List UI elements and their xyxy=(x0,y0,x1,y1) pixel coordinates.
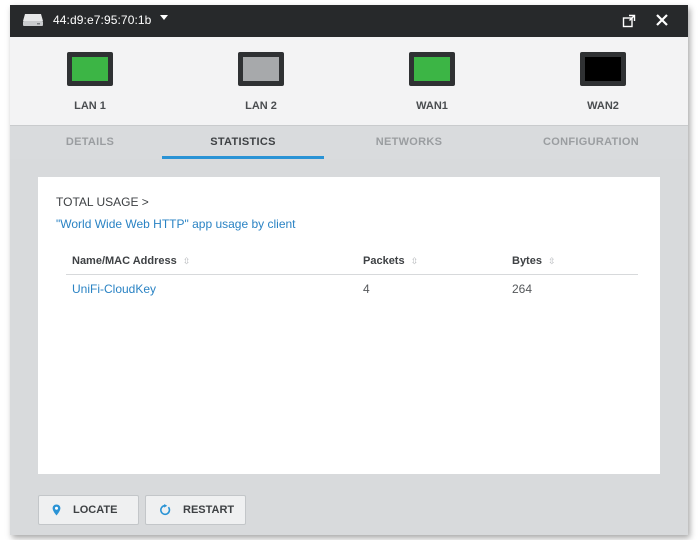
client-name-link[interactable]: UniFi-CloudKey xyxy=(72,282,156,296)
port-wan1-label: WAN1 xyxy=(416,100,448,112)
port-lan1-led xyxy=(72,57,108,81)
port-wan2-indicator xyxy=(580,52,626,86)
tab-statistics[interactable]: STATISTICS xyxy=(162,126,324,159)
locate-button-label: LOCATE xyxy=(73,504,118,516)
port-lan2-label: LAN 2 xyxy=(245,100,277,112)
sort-icon: ⇳ xyxy=(410,256,419,266)
restart-button[interactable]: RESTART xyxy=(145,495,246,525)
titlebar: 44:d9:e7:95:70:1b xyxy=(10,5,688,37)
table-row: UniFi-CloudKey 4 264 xyxy=(66,279,638,301)
column-header-name[interactable]: Name/MAC Address ⇳ xyxy=(72,255,190,267)
port-wan2: WAN2 xyxy=(543,52,663,112)
port-lan1: LAN 1 xyxy=(30,52,150,112)
column-header-bytes[interactable]: Bytes ⇳ xyxy=(512,255,556,267)
packets-value: 4 xyxy=(363,282,370,296)
bytes-value: 264 xyxy=(512,282,533,296)
port-wan1-led xyxy=(414,57,450,81)
breadcrumb[interactable]: TOTAL USAGE > xyxy=(56,195,149,209)
port-lan1-label: LAN 1 xyxy=(74,100,106,112)
port-lan1-indicator xyxy=(67,52,113,86)
restart-icon xyxy=(160,504,171,516)
port-lan2-indicator xyxy=(238,52,284,86)
popout-icon[interactable] xyxy=(622,14,636,28)
tab-details[interactable]: DETAILS xyxy=(10,126,170,159)
device-icon xyxy=(23,14,43,26)
port-lan2-led xyxy=(243,57,279,81)
tab-networks[interactable]: NETWORKS xyxy=(324,126,494,159)
device-selector[interactable]: 44:d9:e7:95:70:1b xyxy=(53,13,151,27)
usage-subtitle: "World Wide Web HTTP" app usage by clien… xyxy=(56,217,296,231)
port-lan2: LAN 2 xyxy=(201,52,321,112)
sort-icon: ⇳ xyxy=(182,256,191,266)
location-pin-icon xyxy=(52,504,61,516)
tab-configuration[interactable]: CONFIGURATION xyxy=(494,126,688,159)
device-properties-panel: 44:d9:e7:95:70:1b LAN 1 LAN 2 WAN1 WAN2 xyxy=(10,5,688,535)
port-wan2-label: WAN2 xyxy=(587,100,619,112)
tab-bar: DETAILS STATISTICS NETWORKS CONFIGURATIO… xyxy=(10,126,688,159)
table-header: Name/MAC Address ⇳ Packets ⇳ Bytes ⇳ xyxy=(66,252,638,275)
sort-icon: ⇳ xyxy=(547,256,556,266)
column-header-packets-label: Packets xyxy=(363,255,405,267)
column-header-name-label: Name/MAC Address xyxy=(72,255,177,267)
port-wan1-indicator xyxy=(409,52,455,86)
restart-button-label: RESTART xyxy=(183,504,235,516)
locate-button[interactable]: LOCATE xyxy=(38,495,139,525)
port-wan2-led xyxy=(585,57,621,81)
chevron-down-icon[interactable] xyxy=(160,15,168,20)
column-header-bytes-label: Bytes xyxy=(512,255,542,267)
port-wan1: WAN1 xyxy=(372,52,492,112)
statistics-panel: TOTAL USAGE > "World Wide Web HTTP" app … xyxy=(38,177,660,474)
port-status-area: LAN 1 LAN 2 WAN1 WAN2 xyxy=(10,37,688,126)
column-header-packets[interactable]: Packets ⇳ xyxy=(363,255,418,267)
close-icon[interactable] xyxy=(655,13,669,27)
